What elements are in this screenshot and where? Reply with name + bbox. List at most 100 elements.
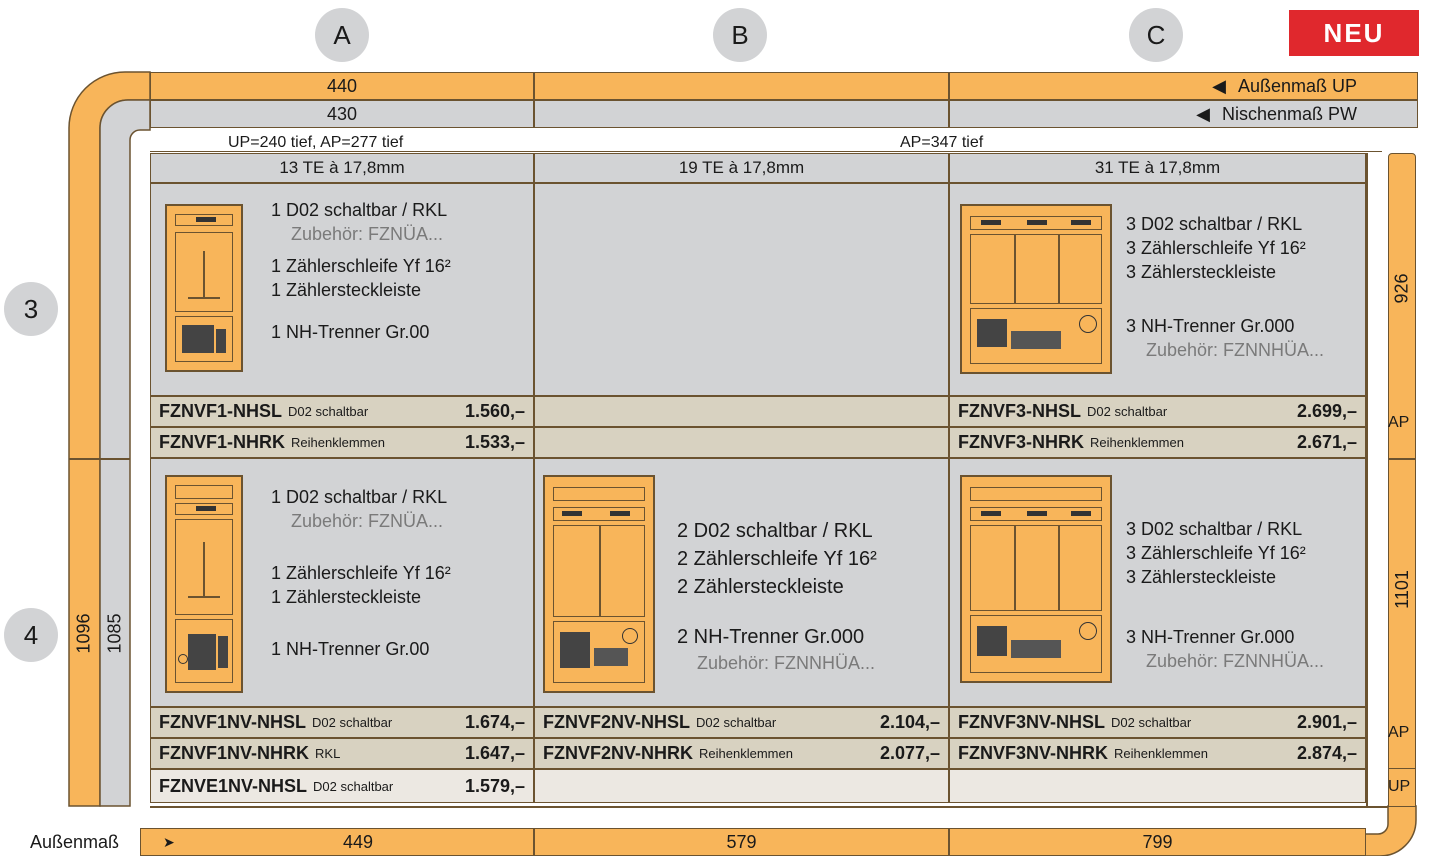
ap-tag-row3: AP: [1388, 414, 1410, 431]
product-price: 1.647,–: [464, 743, 525, 763]
product-code: FZNVF3-NHSL: [958, 401, 1081, 421]
outer-width-a: ➤ 449: [140, 828, 534, 856]
outer-up-width-b: [534, 72, 949, 100]
spec-line: 2 NH-Trenner Gr.000: [677, 626, 865, 648]
product-row[interactable]: FZNVF1NV-NHSL D02 schaltbar 1.674,–: [150, 707, 534, 738]
panel-illustration: [165, 475, 243, 693]
product-code: FZNVF1NV-NHRK: [159, 743, 310, 763]
product-code: FZNVF2NV-NHSL: [543, 712, 691, 732]
product-row[interactable]: FZNVF2NV-NHRK Reihenklemmen 2.077,–: [534, 738, 949, 769]
niche-height-label: 1085: [104, 612, 125, 654]
depth-label-a: UP=240 tief, AP=277 tief: [228, 134, 404, 151]
spec-accessory: Zubehör: FZNNHÜA...: [1146, 340, 1325, 360]
product-row[interactable]: FZNVF3NV-NHRK Reihenklemmen 2.874,–: [949, 738, 1366, 769]
spec-line: 3 NH-Trenner Gr.000: [1126, 627, 1295, 647]
spec-accessory: Zubehör: FZNNHÜA...: [697, 653, 876, 673]
product-row[interactable]: FZNVF1-NHRK Reihenklemmen 1.533,–: [150, 427, 534, 458]
blank-strip: [970, 487, 1102, 501]
te-header-a: 13 TE à 17,8mm: [150, 153, 534, 183]
spec-line: 1 NH-Trenner Gr.00: [271, 639, 430, 659]
nh-switch-field: [970, 615, 1102, 673]
arrow-left-icon: ◀: [1212, 75, 1226, 96]
panel-illustration: [960, 204, 1112, 374]
row4-c-card: 3 D02 schaltbar / RKL 3 Zählerschleife Y…: [949, 458, 1366, 707]
spec-line: 1 Zählerschleife Yf 16²: [271, 563, 451, 583]
blank-strip: [553, 487, 645, 501]
spec-line: 3 D02 schaltbar / RKL: [1126, 214, 1303, 234]
row3-c-specs: 3 D02 schaltbar / RKL 3 Zählerschleife Y…: [1126, 212, 1324, 362]
spec-accessory: Zubehör: FZNÜA...: [291, 511, 444, 531]
outer-width-label: Außenmaß: [30, 832, 120, 852]
te-header-c: 31 TE à 17,8mm: [949, 153, 1366, 183]
product-row[interactable]: FZNVF3-NHSL D02 schaltbar 2.699,–: [949, 396, 1366, 427]
product-desc: D02 schaltbar: [696, 715, 777, 730]
product-price: 1.674,–: [464, 712, 525, 732]
spec-line: 1 D02 schaltbar / RKL: [271, 487, 448, 507]
product-price: 2.699,–: [1296, 401, 1357, 421]
te-header-b: 19 TE à 17,8mm: [534, 153, 949, 183]
product-row[interactable]: FZNVF2NV-NHSL D02 schaltbar 2.104,–: [534, 707, 949, 738]
ap-tag-row4: AP: [1388, 724, 1410, 741]
product-price: 2.901,–: [1296, 712, 1357, 732]
outer-width-b: 579: [534, 828, 949, 856]
right-height-label-row3: 926: [1391, 272, 1412, 304]
niche-pw-legend: ◀ Nischenmaß PW: [949, 100, 1418, 128]
spec-line: 2 Zählersteckleiste: [677, 576, 844, 598]
product-row-empty: [949, 769, 1366, 803]
row3-a-card: 1 D02 schaltbar / RKL Zubehör: FZNÜA... …: [150, 183, 534, 396]
product-code: FZNVE1NV-NHSL: [159, 775, 308, 796]
outer-width-c: 799: [949, 828, 1366, 856]
bottom-frame-line: [150, 806, 1388, 808]
spec-line: 2 Zählerschleife Yf 16²: [677, 548, 877, 570]
nh-switch-field: [553, 621, 645, 683]
product-row-empty: [534, 396, 949, 427]
product-price: 1.533,–: [464, 432, 525, 452]
product-code: FZNVF3NV-NHRK: [958, 743, 1109, 763]
arrow-left-icon: ◀: [1196, 103, 1210, 124]
meter-field: [970, 525, 1102, 611]
d02-strip: [175, 214, 233, 226]
outer-height-label: 1096: [74, 612, 95, 654]
ap-up-divider: [1388, 768, 1416, 769]
spec-line: 3 NH-Trenner Gr.000: [1126, 316, 1295, 336]
product-desc: Reihenklemmen: [1090, 435, 1184, 450]
panel-illustration: [543, 475, 655, 693]
product-desc: Reihenklemmen: [699, 746, 793, 761]
product-code: FZNVF1-NHRK: [159, 432, 285, 452]
nh-switch-field: [175, 316, 233, 362]
product-code: FZNVF1-NHSL: [159, 401, 282, 421]
niche-pw-width-a: 430: [150, 100, 534, 128]
d02-strip: [970, 507, 1102, 521]
row4-b-specs: 2 D02 schaltbar / RKL 2 Zählerschleife Y…: [677, 517, 877, 675]
outer-width-a-value: 449: [342, 831, 373, 852]
panel-illustration: [960, 475, 1112, 683]
product-row[interactable]: FZNVF1NV-NHRK RKL 1.647,–: [150, 738, 534, 769]
spec-line: 3 D02 schaltbar / RKL: [1126, 519, 1303, 539]
product-price: 1.560,–: [464, 401, 525, 421]
product-price: 2.077,–: [879, 743, 940, 763]
niche-pw-width-b: [534, 100, 949, 128]
product-row-empty: [534, 769, 949, 803]
d02-strip: [175, 503, 233, 515]
spec-line: 1 D02 schaltbar / RKL: [271, 200, 448, 220]
right-frame-line: [1366, 153, 1368, 806]
product-row[interactable]: FZNVF3NV-NHSL D02 schaltbar 2.901,–: [949, 707, 1366, 738]
depth-label-bc: AP=347 tief: [900, 134, 984, 151]
spec-line: 3 Zählersteckleiste: [1126, 262, 1277, 282]
spec-line: 1 Zählerschleife Yf 16²: [271, 256, 451, 276]
product-price: 2.104,–: [879, 712, 940, 732]
d02-strip: [970, 216, 1102, 230]
nh-switch-field: [175, 619, 233, 683]
product-row[interactable]: FZNVF3-NHRK Reihenklemmen 2.671,–: [949, 427, 1366, 458]
product-row[interactable]: FZNVF1-NHSL D02 schaltbar 1.560,–: [150, 396, 534, 427]
arrow-right-icon: ➤: [163, 833, 175, 850]
spec-line: 1 Zählersteckleiste: [271, 280, 422, 300]
spec-line: 3 Zählersteckleiste: [1126, 567, 1277, 587]
product-desc: Reihenklemmen: [1114, 746, 1208, 761]
row4-a-specs: 1 D02 schaltbar / RKL Zubehör: FZNÜA... …: [271, 485, 451, 661]
outer-up-legend-label: Außenmaß UP: [1237, 75, 1357, 96]
product-row[interactable]: FZNVE1NV-NHSL D02 schaltbar 1.579,–: [150, 769, 534, 803]
product-desc: Reihenklemmen: [291, 435, 385, 450]
product-desc: D02 schaltbar: [1111, 715, 1192, 730]
meter-field: [175, 519, 233, 615]
